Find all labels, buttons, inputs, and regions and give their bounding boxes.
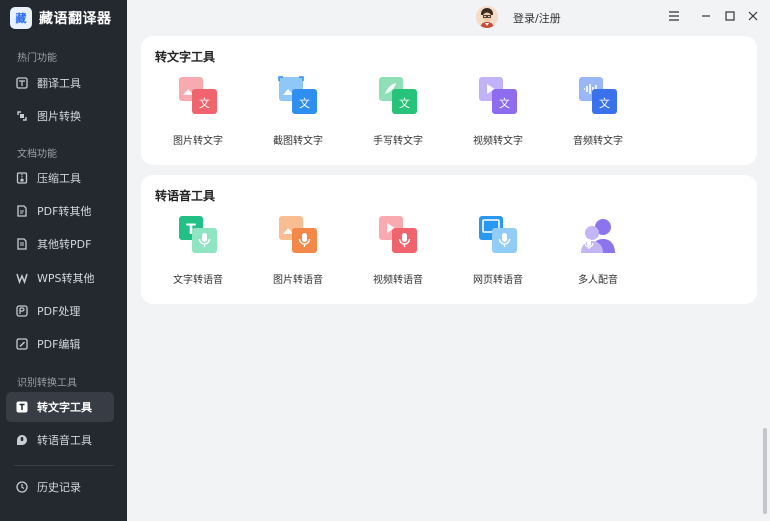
translate-icon	[16, 77, 28, 89]
tool-label: 视频转语音	[373, 275, 423, 286]
pdf-icon	[16, 205, 28, 217]
sidebar-item-wps-to-other[interactable]: WPS转其他	[6, 263, 114, 293]
sidebar-item-translate[interactable]: 翻译工具	[6, 68, 114, 98]
sidebar: 藏 藏语翻译器 热门功能 翻译工具 图片转换 文档功能 压缩工具 PDF转其他 …	[0, 0, 127, 521]
close-icon[interactable]	[745, 8, 761, 24]
tool-badge: 文	[499, 96, 510, 110]
sidebar-item-label: 压缩工具	[37, 172, 81, 185]
screenshot-to-text-icon: 文	[278, 76, 317, 114]
sidebar-item-label: WPS转其他	[37, 272, 95, 285]
tool-audio-to-text[interactable]: 文 音频转文字	[558, 76, 638, 156]
tool-label: 多人配音	[578, 275, 618, 286]
sidebar-item-voice-tools[interactable]: 转语音工具	[6, 425, 114, 455]
section-label-hot: 热门功能	[17, 53, 57, 64]
multi-voice-icon	[581, 219, 615, 253]
top-bar: 登录/注册	[127, 0, 770, 34]
section-title: 转文字工具	[155, 50, 216, 64]
sidebar-item-label: PDF编辑	[37, 338, 81, 351]
sidebar-item-pdf-to-other[interactable]: PDF转其他	[6, 196, 114, 226]
tool-label: 网页转语音	[473, 275, 523, 286]
video-to-text-icon: 文	[479, 77, 517, 114]
tool-webpage-to-speech[interactable]: 网页转语音	[458, 215, 538, 295]
tool-badge: 文	[599, 96, 610, 110]
tool-image-to-text[interactable]: 文 图片转文字	[158, 76, 238, 156]
section-title: 转语音工具	[155, 189, 216, 203]
minimize-icon[interactable]	[698, 8, 714, 24]
webpage-to-speech-icon	[479, 216, 517, 253]
pdf-process-icon	[16, 305, 28, 317]
image-convert-icon	[16, 110, 28, 122]
video-to-speech-icon	[379, 216, 417, 253]
voice-tool-icon	[16, 434, 28, 446]
sidebar-item-label: PDF处理	[37, 305, 81, 318]
avatar[interactable]	[476, 6, 498, 28]
section-label-recognition: 识别转换工具	[17, 378, 77, 389]
sidebar-item-compress[interactable]: 压缩工具	[6, 163, 114, 193]
sidebar-item-pdf-process[interactable]: PDF处理	[6, 296, 114, 326]
tool-label: 文字转语音	[173, 275, 223, 286]
wps-icon	[16, 272, 28, 284]
handwriting-to-text-icon: 文	[379, 77, 417, 114]
tool-text-to-speech[interactable]: T 文字转语音	[158, 215, 238, 295]
menu-icon[interactable]	[666, 8, 682, 24]
sidebar-item-label: 翻译工具	[37, 77, 81, 90]
tool-label: 音频转文字	[573, 136, 623, 147]
tool-label: 手写转文字	[373, 136, 423, 147]
compress-icon	[16, 172, 28, 184]
sidebar-item-label: PDF转其他	[37, 205, 92, 218]
login-register-link[interactable]: 登录/注册	[513, 10, 561, 26]
sidebar-item-image-convert[interactable]: 图片转换	[6, 101, 114, 131]
tool-handwriting-to-text[interactable]: 文 手写转文字	[358, 76, 438, 156]
tool-badge: 文	[399, 96, 410, 110]
maximize-icon[interactable]	[722, 8, 738, 24]
image-to-speech-icon	[279, 216, 317, 253]
text-tool-icon	[16, 401, 28, 413]
tool-badge: 文	[199, 96, 210, 110]
text-tools-card: 转文字工具 文 图片转文字 文 截图转文字 文 手写转文字 文 视频转文字 文 …	[141, 36, 757, 165]
tool-screenshot-to-text[interactable]: 文 截图转文字	[258, 76, 338, 156]
to-pdf-icon	[16, 238, 28, 250]
tool-label: 截图转文字	[273, 136, 323, 147]
tool-multi-voice-dubbing[interactable]: 多人配音	[558, 215, 638, 295]
sidebar-item-other-to-pdf[interactable]: 其他转PDF	[6, 229, 114, 259]
app-logo: 藏 藏语翻译器	[10, 7, 112, 29]
image-to-text-icon: 文	[179, 77, 217, 114]
tool-label: 图片转语音	[273, 275, 323, 286]
tool-label: 图片转文字	[173, 136, 223, 147]
voice-tools-card: 转语音工具 T 文字转语音 图片转语音 视频转语音 网页转语音 多人配音	[141, 175, 757, 304]
sidebar-item-label: 转语音工具	[37, 434, 92, 447]
audio-to-text-icon: 文	[579, 77, 617, 114]
history-icon	[16, 481, 28, 493]
tool-video-to-speech[interactable]: 视频转语音	[358, 215, 438, 295]
sidebar-item-history[interactable]: 历史记录	[6, 472, 114, 502]
app-logo-icon: 藏	[10, 7, 32, 29]
tool-label: 视频转文字	[473, 136, 523, 147]
tool-badge: 文	[299, 96, 310, 110]
scrollbar[interactable]	[763, 428, 767, 514]
pdf-edit-icon	[16, 338, 28, 350]
section-label-doc: 文档功能	[17, 149, 57, 160]
tool-video-to-text[interactable]: 文 视频转文字	[458, 76, 538, 156]
sidebar-item-label: 图片转换	[37, 110, 81, 123]
sidebar-divider	[14, 465, 114, 466]
text-to-speech-icon: T	[179, 216, 217, 253]
sidebar-item-pdf-edit[interactable]: PDF编辑	[6, 329, 114, 359]
sidebar-item-text-tools[interactable]: 转文字工具	[6, 392, 114, 422]
sidebar-item-label: 其他转PDF	[37, 238, 92, 251]
tool-image-to-speech[interactable]: 图片转语音	[258, 215, 338, 295]
app-name: 藏语翻译器	[39, 11, 112, 27]
sidebar-item-label: 转文字工具	[37, 401, 92, 414]
sidebar-item-label: 历史记录	[37, 481, 81, 494]
